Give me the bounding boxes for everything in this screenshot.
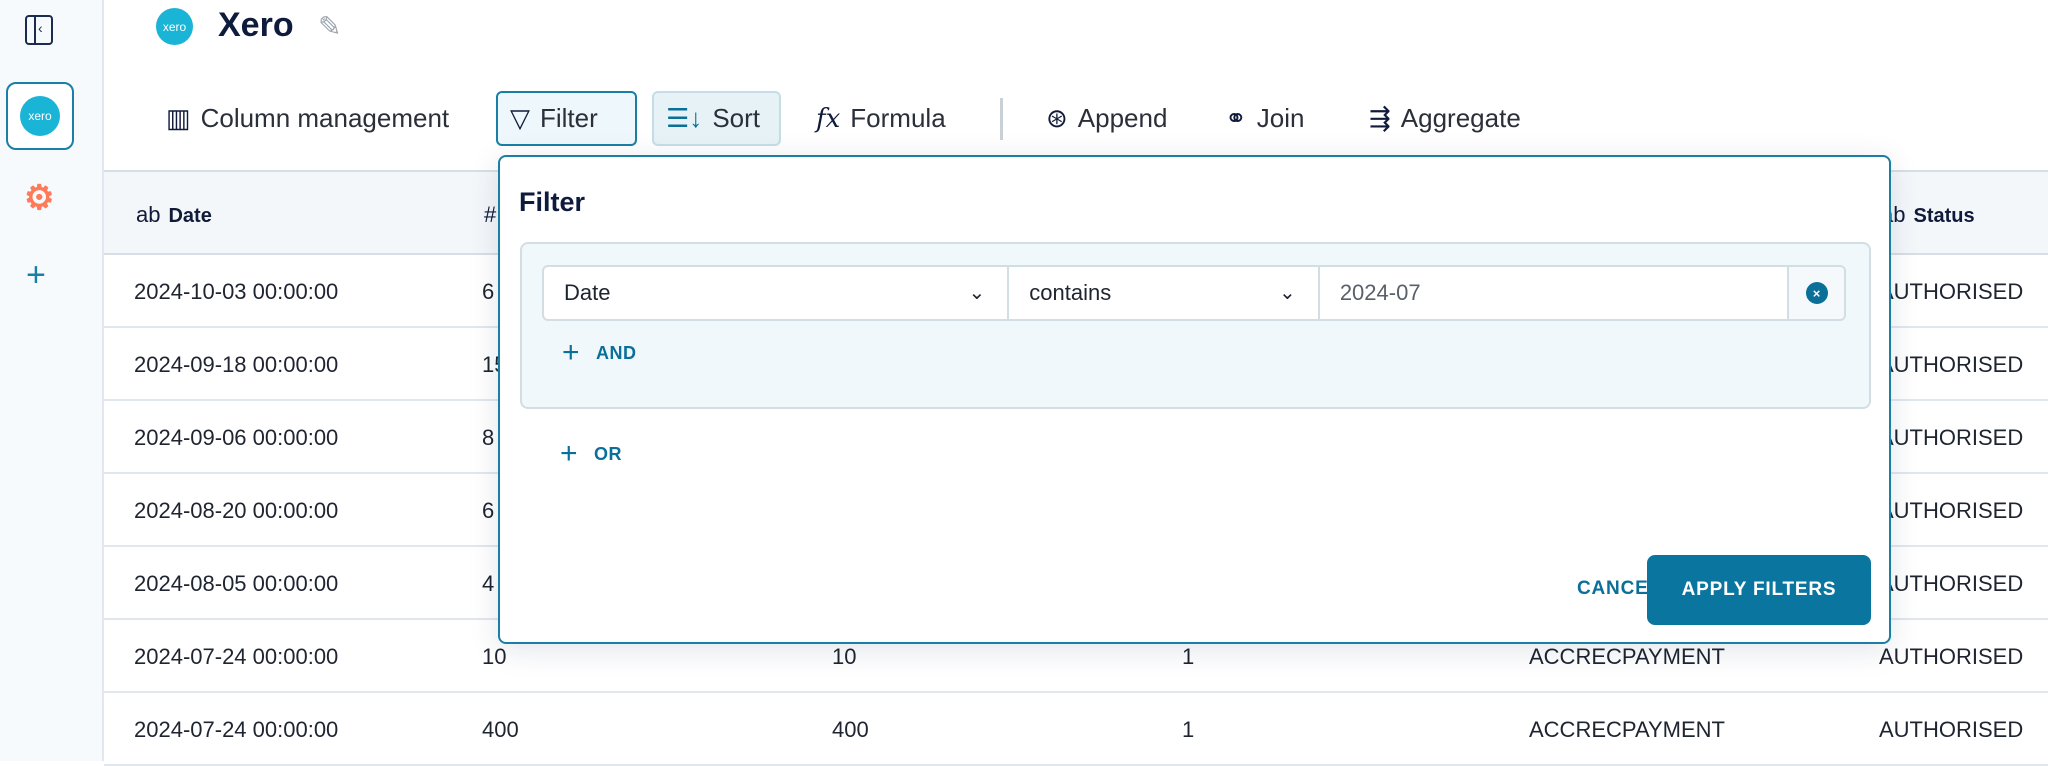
label: Formula (850, 103, 946, 133)
chevron-left-icon: ‹ (38, 20, 43, 36)
table-cell: AUTHORISED (1879, 352, 2024, 377)
label: Aggregate (1400, 103, 1521, 133)
column-header[interactable]: ab Status (1881, 202, 1975, 228)
page-title: Xero (218, 6, 294, 44)
table-cell: 6 (482, 498, 495, 523)
label: OR (594, 443, 623, 464)
plus-icon: + (562, 336, 581, 369)
table-cell: 10 (832, 644, 857, 669)
filter-title: Filter (519, 187, 586, 217)
filter-and-group: Date ⌄ contains ⌄ 2024-07 × + AND (520, 242, 1871, 409)
close-icon: × (1805, 282, 1828, 304)
append-button[interactable]: ⊛ Append (1034, 91, 1179, 146)
funnel-icon: ▽ (510, 103, 530, 133)
type-icon: ab (136, 202, 161, 227)
table-cell: AUTHORISED (1879, 717, 2024, 742)
hubspot-icon[interactable]: ⚙ (24, 178, 54, 218)
xero-logo-icon: xero (20, 96, 60, 136)
table-cell: AUTHORISED (1879, 644, 2024, 669)
filter-condition-row: Date ⌄ contains ⌄ 2024-07 × (542, 265, 1846, 321)
source-xero-button[interactable]: xero (6, 82, 74, 150)
label: Filter (540, 103, 598, 133)
plus-icon: + (560, 437, 579, 470)
type-icon: # (484, 202, 497, 227)
add-source-button[interactable]: + (26, 256, 46, 295)
table-cell: AUTHORISED (1879, 279, 2024, 304)
remove-condition-button[interactable]: × (1789, 267, 1844, 319)
toolbar-divider (1000, 98, 1003, 140)
table-cell: 4 (482, 571, 495, 596)
chevron-down-icon: ⌄ (968, 282, 986, 304)
table-cell: 2024-08-05 00:00:00 (134, 571, 339, 596)
chevron-down-icon: ⌄ (1279, 282, 1296, 304)
table-cell: 1 (1182, 717, 1195, 742)
add-or-button[interactable]: + OR (560, 437, 622, 471)
join-icon: ⚭ (1225, 103, 1247, 133)
label: Column management (200, 103, 450, 133)
label: Append (1077, 103, 1168, 133)
column-header[interactable]: ab Date (136, 202, 212, 228)
table-cell: 1 (1182, 644, 1195, 669)
table-cell: ACCRECPAYMENT (1529, 717, 1725, 742)
table-cell: AUTHORISED (1879, 498, 2024, 523)
table-cell: 8 (482, 425, 495, 450)
column-header-label: Date (168, 205, 212, 227)
aggregate-icon: ⇶ (1369, 103, 1391, 133)
sort-icon: ☰↓ (666, 103, 703, 133)
function-icon: fx (816, 103, 841, 134)
table-cell: 2024-10-03 00:00:00 (134, 279, 339, 304)
sidebar: ‹ xero ⚙ + (0, 0, 104, 761)
filter-button[interactable]: ▽ Filter (496, 91, 637, 146)
join-button[interactable]: ⚭ Join (1213, 91, 1317, 146)
table-cell: 2024-08-20 00:00:00 (134, 498, 339, 523)
aggregate-button[interactable]: ⇶ Aggregate (1357, 91, 1533, 146)
column-header-label: Status (1913, 205, 1975, 227)
columns-icon: ▥ (166, 103, 191, 133)
filter-value: 2024-07 (1339, 280, 1421, 305)
column-select-value: Date (564, 280, 611, 305)
filter-popup: Filter Date ⌄ contains ⌄ 2024-07 × + AND + O… (498, 155, 1891, 644)
collapse-sidebar-icon[interactable]: ‹ (25, 15, 53, 45)
column-management-button[interactable]: ▥ Column management (154, 91, 461, 146)
label: Join (1256, 103, 1305, 133)
table-row[interactable]: 2024-07-24 00:00:00 400 400 1 ACCRECPAYMENT A… (104, 693, 2048, 766)
table-cell: 2024-09-18 00:00:00 (134, 352, 339, 377)
sort-button[interactable]: ☰↓ Sort (652, 91, 781, 146)
formula-button[interactable]: fx Formula (804, 91, 958, 146)
operator-select-value: contains (1029, 280, 1112, 305)
table-cell: 400 (832, 717, 869, 742)
table-cell: 2024-07-24 00:00:00 (134, 644, 339, 669)
add-and-button[interactable]: + AND (562, 336, 637, 370)
column-select[interactable]: Date ⌄ (544, 267, 1010, 319)
label: Sort (712, 103, 760, 133)
table-cell: 10 (482, 644, 507, 669)
table-cell: AUTHORISED (1879, 425, 2024, 450)
table-cell: 400 (482, 717, 519, 742)
apply-filters-button[interactable]: APPLY FILTERS (1647, 555, 1871, 625)
xero-logo-icon: xero (156, 8, 193, 45)
table-cell: 2024-07-24 00:00:00 (134, 717, 339, 742)
operator-select[interactable]: contains ⌄ (1009, 267, 1320, 319)
table-cell: AUTHORISED (1879, 571, 2024, 596)
table-cell: 2024-09-06 00:00:00 (134, 425, 339, 450)
table-cell: 6 (482, 279, 495, 304)
filter-value-input[interactable]: 2024-07 (1320, 267, 1790, 319)
table-cell: ACCRECPAYMENT (1529, 644, 1725, 669)
edit-title-icon[interactable]: ✎ (318, 10, 341, 43)
label: AND (596, 342, 637, 363)
append-icon: ⊛ (1046, 103, 1068, 133)
